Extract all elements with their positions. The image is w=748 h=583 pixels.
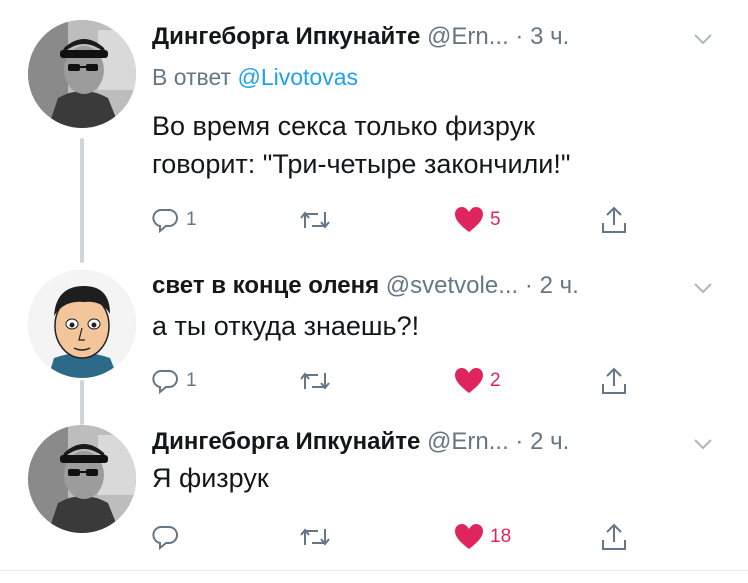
tweet-actions: 1 2 — [152, 364, 652, 398]
like-button[interactable]: 2 — [454, 364, 501, 398]
tweet-text: Во время секса только физрук говорит: "Т… — [152, 111, 571, 179]
separator-dot: · — [515, 23, 524, 50]
author-handle[interactable]: @Ern... — [427, 23, 509, 50]
reply-button[interactable]: 1 — [152, 203, 197, 237]
timestamp[interactable]: 3 ч. — [530, 23, 569, 50]
reply-button[interactable] — [152, 520, 186, 554]
reply-to-line: В ответ @Livotovas — [152, 62, 358, 92]
like-count: 18 — [490, 526, 512, 547]
retweet-icon — [300, 528, 330, 546]
thread-line — [80, 380, 84, 425]
tweet-3[interactable]: Дингеборга Ипкунайте @Ern... · 2 ч. Я фи… — [0, 425, 748, 583]
author-handle[interactable]: @Ern... — [427, 428, 509, 455]
tweet-actions: 1 5 — [152, 203, 652, 237]
share-button[interactable] — [600, 520, 628, 554]
separator-dot: · — [515, 428, 524, 455]
author-name[interactable]: Дингеборга Ипкунайте — [152, 23, 420, 50]
retweet-icon — [300, 211, 330, 229]
retweet-icon — [300, 372, 330, 390]
like-count: 2 — [490, 370, 501, 391]
reply-icon — [152, 525, 178, 551]
tweet-header: Дингеборга Ипкунайте @Ern... · 2 ч. — [152, 427, 569, 457]
reply-count: 1 — [186, 209, 197, 230]
like-count: 5 — [490, 209, 501, 230]
tweet-header: свет в конце оленя @svetvole... · 2 ч. — [152, 271, 579, 301]
chevron-down-icon[interactable] — [692, 28, 714, 50]
timestamp[interactable]: 2 ч. — [530, 428, 569, 455]
heart-icon — [455, 368, 483, 393]
tweet-actions: 18 — [152, 520, 652, 554]
author-handle[interactable]: @svetvole... — [386, 272, 518, 299]
avatar[interactable] — [28, 270, 136, 378]
retweet-button[interactable] — [298, 520, 332, 554]
bottom-divider — [0, 570, 748, 571]
like-button[interactable]: 18 — [454, 520, 511, 554]
heart-icon — [455, 207, 483, 232]
reply-to-label: В ответ — [152, 64, 232, 90]
tweet-header: Дингеборга Ипкунайте @Ern... · 3 ч. — [152, 22, 569, 52]
thread-line — [80, 138, 84, 263]
like-button[interactable]: 5 — [454, 203, 501, 237]
author-name[interactable]: Дингеборга Ипкунайте — [152, 428, 420, 455]
heart-icon — [455, 524, 483, 549]
reply-count: 1 — [186, 370, 197, 391]
share-button[interactable] — [600, 364, 628, 398]
tweet-1[interactable]: Дингеборга Ипкунайте @Ern... · 3 ч. В от… — [0, 0, 748, 265]
timestamp[interactable]: 2 ч. — [540, 272, 579, 299]
tweet-2[interactable]: свет в конце оленя @svetvole... · 2 ч. а… — [0, 265, 748, 425]
author-name[interactable]: свет в конце оленя — [152, 272, 379, 299]
retweet-button[interactable] — [298, 203, 332, 237]
reply-icon — [152, 208, 178, 234]
reply-icon — [152, 369, 178, 395]
chevron-down-icon[interactable] — [692, 277, 714, 299]
chevron-down-icon[interactable] — [692, 433, 714, 455]
reply-mention-link[interactable]: @Livotovas — [237, 64, 358, 90]
reply-button[interactable]: 1 — [152, 364, 197, 398]
share-icon — [602, 523, 626, 550]
avatar[interactable] — [28, 20, 136, 128]
separator-dot: · — [524, 272, 533, 299]
retweet-button[interactable] — [298, 364, 332, 398]
share-button[interactable] — [600, 203, 628, 237]
avatar[interactable] — [28, 425, 136, 533]
tweet-text: Я физрук — [152, 463, 269, 493]
tweet-text: а ты откуда знаешь?! — [152, 311, 420, 341]
share-icon — [602, 206, 626, 233]
share-icon — [602, 367, 626, 394]
